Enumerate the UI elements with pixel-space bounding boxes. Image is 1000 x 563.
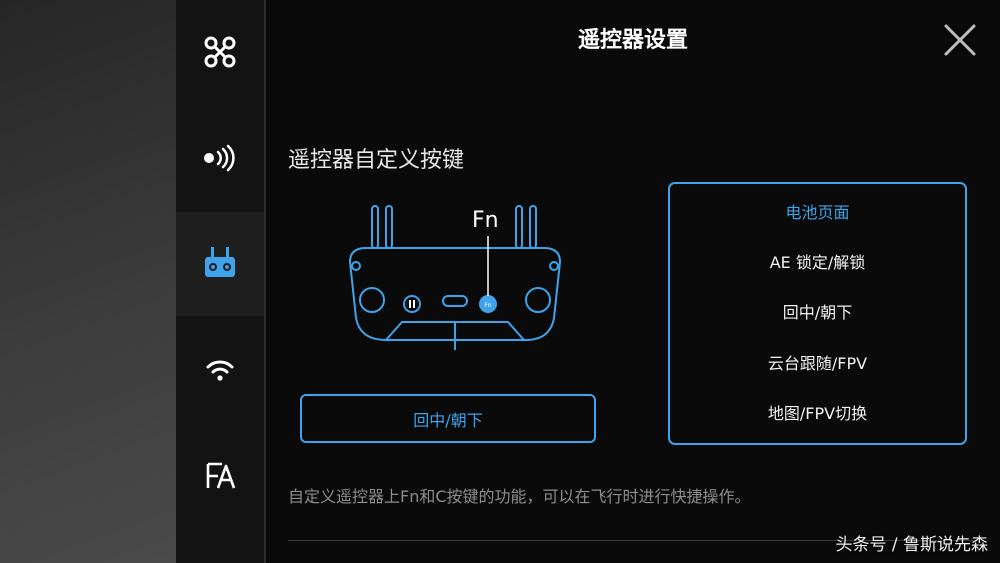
close-button[interactable]	[942, 22, 978, 58]
remote-controller-diagram: Fn Fn	[336, 200, 576, 364]
left-backdrop	[0, 0, 176, 563]
sidebar-item-transmission[interactable]	[176, 106, 264, 210]
assigned-function-label: 回中/朝下	[413, 410, 483, 430]
drone-icon	[203, 35, 237, 69]
option-item[interactable]: 地图/FPV切换	[670, 402, 965, 426]
main-panel: 遥控器设置 遥控器自定义按键 Fn Fn 回中/朝下 电池页面 AE 锁定/解锁…	[266, 0, 1000, 563]
section-title: 遥控器自定义按键	[288, 148, 465, 173]
help-text: 自定义遥控器上Fn和C按键的功能，可以在飞行时进行快捷操作。	[288, 487, 751, 506]
remote-controller-icon	[204, 247, 236, 281]
svg-text:Fn: Fn	[484, 302, 491, 309]
function-options-list: 电池页面 AE 锁定/解锁 回中/朝下 云台跟随/FPV 地图/FPV切换	[668, 182, 967, 445]
wifi-icon	[205, 358, 235, 382]
option-item[interactable]: AE 锁定/解锁	[670, 251, 965, 275]
option-item[interactable]: 电池页面	[670, 201, 965, 225]
language-icon	[204, 460, 236, 492]
page-title: 遥控器设置	[577, 28, 688, 53]
fn-callout-label: Fn	[472, 208, 499, 233]
sidebar-item-general[interactable]	[176, 424, 264, 528]
watermark: 头条号 / 鲁斯说先森	[835, 535, 988, 555]
close-icon	[942, 24, 978, 62]
sidebar-item-aircraft[interactable]	[176, 0, 264, 104]
sidebar-item-remote-controller[interactable]	[176, 212, 264, 316]
assigned-function-button[interactable]: 回中/朝下	[300, 394, 596, 443]
sidebar-item-wifi[interactable]	[176, 318, 264, 422]
option-item[interactable]: 回中/朝下	[670, 301, 965, 325]
signal-icon	[202, 144, 238, 172]
option-item[interactable]: 云台跟随/FPV	[670, 352, 965, 376]
